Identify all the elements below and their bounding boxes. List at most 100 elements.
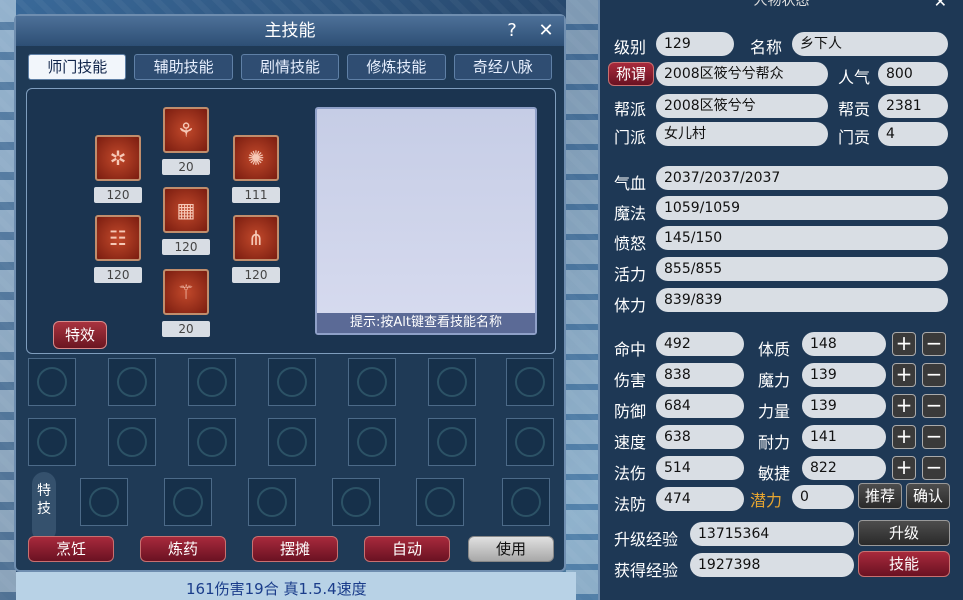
tab-cultivation-skills[interactable]: 修炼技能 [347, 54, 446, 80]
upgrade-exp-value: 13715364 [690, 522, 854, 546]
tab-support-skills[interactable]: 辅助技能 [134, 54, 233, 80]
confirm-button[interactable]: 确认 [906, 483, 950, 509]
stamina-value: 839/839 [656, 288, 948, 312]
constitution-minus-button[interactable]: − [922, 332, 946, 356]
recommend-button[interactable]: 推荐 [858, 483, 902, 509]
hp-value: 2037/2037/2037 [656, 166, 948, 190]
agility-plus-button[interactable]: + [892, 456, 916, 480]
special-skill-slot[interactable] [332, 478, 380, 526]
spell-damage-value: 514 [656, 456, 744, 480]
auto-button[interactable]: 自动 [364, 536, 450, 562]
vitality-label: 活力 [614, 265, 647, 284]
skill-slot[interactable] [108, 358, 156, 406]
skill-icon[interactable]: ⚚ [163, 269, 209, 315]
skill-slot[interactable] [188, 418, 236, 466]
hp-label: 气血 [614, 174, 647, 193]
special-skill-slot[interactable] [164, 478, 212, 526]
spell-damage-label: 法伤 [614, 464, 647, 483]
constitution-plus-button[interactable]: + [892, 332, 916, 356]
skill-slot[interactable] [348, 358, 396, 406]
close-skill-window-button[interactable]: ✕ [534, 19, 558, 43]
skill-slot[interactable] [268, 358, 316, 406]
popularity-label: 人气 [838, 68, 871, 87]
endurance-minus-button[interactable]: − [922, 425, 946, 449]
special-effect-button[interactable]: 特效 [53, 321, 107, 349]
help-button[interactable]: ? [500, 19, 524, 43]
gained-exp-label: 获得经验 [614, 561, 679, 580]
skill-slot[interactable] [188, 358, 236, 406]
strength-plus-button[interactable]: + [892, 394, 916, 418]
level-up-button[interactable]: 升级 [858, 520, 950, 546]
skill-level: 120 [162, 239, 210, 255]
special-skill-slot[interactable] [80, 478, 128, 526]
endurance-label: 耐力 [758, 433, 791, 452]
skill-icon[interactable]: ▦ [163, 187, 209, 233]
school-label: 门派 [614, 128, 647, 147]
skill-level: 120 [94, 267, 142, 283]
special-skill-slot[interactable] [248, 478, 296, 526]
magic-power-minus-button[interactable]: − [922, 363, 946, 387]
agility-value: 822 [802, 456, 886, 480]
tab-meridians[interactable]: 奇经八脉 [453, 54, 553, 80]
hit-value: 492 [656, 332, 744, 356]
skill-slot[interactable] [348, 418, 396, 466]
magic-defense-label: 法防 [614, 495, 647, 514]
use-button[interactable]: 使用 [468, 536, 554, 562]
skill-slot[interactable] [428, 358, 476, 406]
agility-minus-button[interactable]: − [922, 456, 946, 480]
skill-slot[interactable] [108, 418, 156, 466]
skill-level: 20 [162, 159, 210, 175]
skill-level: 120 [232, 267, 280, 283]
rage-value: 145/150 [656, 226, 948, 250]
nickname-value: 2008区筱兮兮帮众 [656, 62, 828, 86]
defense-value: 684 [656, 394, 744, 418]
skill-tree-area: ⚘ 20 ✲ 120 ▦ 120 ☷ 120 ✺ 111 ⋔ 120 ⚚ 20 … [26, 88, 556, 354]
skill-action-buttons: 烹饪 炼药 摆摊 自动 使用 [28, 536, 554, 564]
skill-icon[interactable]: ⋔ [233, 215, 279, 261]
stamina-label: 体力 [614, 296, 647, 315]
skill-level: 20 [162, 321, 210, 337]
school-contrib-label: 门贡 [838, 128, 871, 147]
endurance-plus-button[interactable]: + [892, 425, 916, 449]
alt-hint-text: 提示:按Alt键查看技能名称 [317, 313, 535, 333]
skill-slot[interactable] [28, 418, 76, 466]
gang-contrib-label: 帮贡 [838, 100, 871, 119]
background-middle-strip [566, 0, 602, 600]
nickname-button[interactable]: 称谓 [608, 62, 654, 86]
strength-label: 力量 [758, 402, 791, 421]
defense-label: 防御 [614, 402, 647, 421]
skill-slot[interactable] [28, 358, 76, 406]
upgrade-exp-label: 升级经验 [614, 530, 679, 549]
popularity-value: 800 [878, 62, 948, 86]
magic-power-label: 魔力 [758, 371, 791, 390]
gang-contrib-value: 2381 [878, 94, 948, 118]
skill-slot[interactable] [428, 418, 476, 466]
skill-slot[interactable] [506, 358, 554, 406]
skill-slot[interactable] [268, 418, 316, 466]
gang-label: 帮派 [614, 100, 647, 119]
skill-icon[interactable]: ✲ [95, 135, 141, 181]
special-skill-slot[interactable] [502, 478, 550, 526]
school-value: 女儿村 [656, 122, 828, 146]
skill-icon[interactable]: ⚘ [163, 107, 209, 153]
stall-button[interactable]: 摆摊 [252, 536, 338, 562]
skill-icon[interactable]: ✺ [233, 135, 279, 181]
agility-label: 敏捷 [758, 464, 791, 483]
name-label: 名称 [750, 38, 783, 57]
skill-slot[interactable] [506, 418, 554, 466]
background-bottom-text: 161伤害19合 真1.5.4速度 [16, 572, 576, 600]
strength-minus-button[interactable]: − [922, 394, 946, 418]
status-window-title: 人物状态 [753, 0, 810, 9]
level-label: 级别 [614, 38, 647, 57]
tab-story-skills[interactable]: 剧情技能 [240, 54, 340, 80]
skills-button[interactable]: 技能 [858, 551, 950, 577]
close-status-window-button[interactable]: ✕ [934, 0, 947, 11]
cook-button[interactable]: 烹饪 [28, 536, 114, 562]
tab-school-skills[interactable]: 师门技能 [28, 54, 127, 80]
skill-icon[interactable]: ☷ [95, 215, 141, 261]
skill-level: 120 [94, 187, 142, 203]
special-skill-slot[interactable] [416, 478, 464, 526]
alchemy-button[interactable]: 炼药 [140, 536, 226, 562]
magic-power-plus-button[interactable]: + [892, 363, 916, 387]
name-value: 乡下人 [792, 32, 948, 56]
